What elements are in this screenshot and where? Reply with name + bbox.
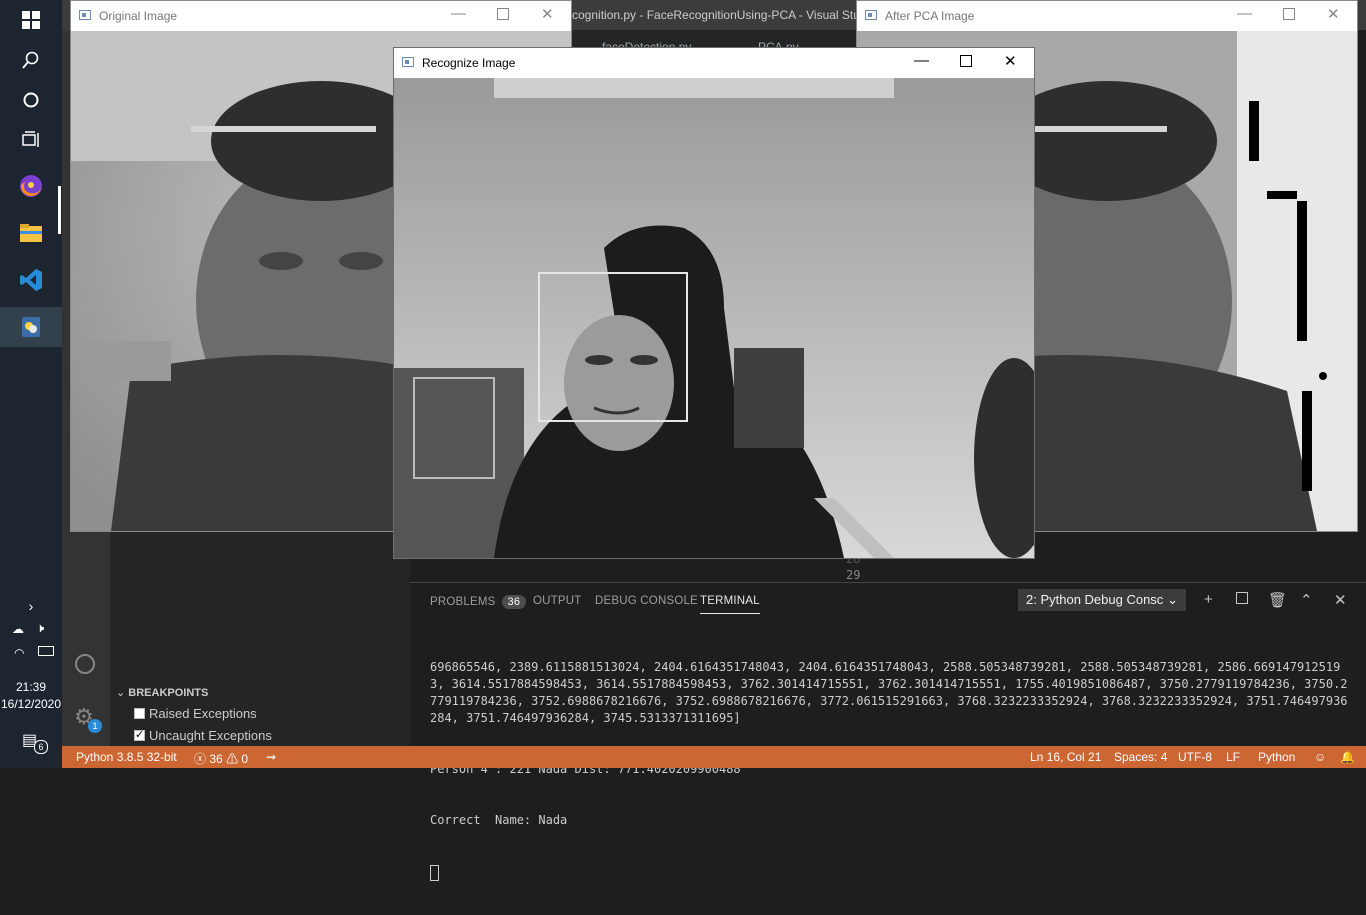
problems-badge: 36 xyxy=(501,595,527,609)
tab-debug-console[interactable]: DEBUG CONSOLE xyxy=(595,595,698,607)
recognize-image-titlebar[interactable]: Recognize Image — ✕ xyxy=(394,48,1034,78)
breakpoint-uncaught-exceptions[interactable]: Uncaught Exceptions xyxy=(134,728,272,743)
live-share-icon[interactable]: ⇝ xyxy=(266,750,276,764)
chevron-down-icon: ⌄ xyxy=(1167,592,1178,607)
original-image-titlebar[interactable]: Original Image — ✕ xyxy=(71,1,571,31)
recognize-image-window: Recognize Image — ✕ xyxy=(393,47,1035,559)
original-image-title: Original Image xyxy=(99,9,178,23)
maximize-icon[interactable] xyxy=(1283,8,1295,20)
bell-icon[interactable]: 🔔 xyxy=(1340,750,1355,764)
windows-taskbar: › ☁ 🕨 ◠ 21:39 16/12/2020 ▤ 6 xyxy=(0,0,62,768)
terminal-output[interactable]: 696865546, 2389.6115881513024, 2404.6164… xyxy=(430,625,1350,915)
minimize-icon[interactable]: — xyxy=(451,5,466,22)
indentation[interactable]: Spaces: 4 xyxy=(1114,750,1167,764)
minimize-icon[interactable]: — xyxy=(914,52,929,69)
clock-date[interactable]: 16/12/2020 xyxy=(0,697,62,711)
windows-start-icon[interactable] xyxy=(0,0,62,40)
uncaught-exceptions-label: Uncaught Exceptions xyxy=(149,728,272,743)
volume-icon[interactable]: 🕨 xyxy=(36,620,44,636)
minimize-icon[interactable]: — xyxy=(1237,5,1252,22)
terminal-select[interactable]: 2: Python Debug Consc ⌄ xyxy=(1018,589,1186,611)
close-icon[interactable]: ✕ xyxy=(1004,52,1017,70)
recognize-image xyxy=(394,78,1034,558)
line-ending[interactable]: LF xyxy=(1226,750,1240,764)
close-panel-icon[interactable]: ✕ xyxy=(1334,591,1347,609)
settings-badge: 1 xyxy=(88,719,102,733)
vscode-window-title: cognition.py - FaceRecognitionUsing-PCA … xyxy=(572,8,867,22)
accounts-icon[interactable] xyxy=(75,654,95,674)
close-icon[interactable]: ✕ xyxy=(541,5,554,23)
vscode-sidebar: ⌄ BREAKPOINTS Raised Exceptions Uncaught… xyxy=(110,530,410,746)
terminal-line: 696865546, 2389.6115881513024, 2404.6164… xyxy=(430,660,1348,725)
line-number: 29 xyxy=(846,568,861,582)
problems-status[interactable]: ⓧ 36 ⚠ 0 xyxy=(194,750,248,767)
feedback-icon[interactable]: ☺ xyxy=(1314,750,1326,764)
add-terminal-icon[interactable]: + xyxy=(1204,591,1213,608)
maximize-panel-icon[interactable]: ⌃ xyxy=(1300,591,1313,609)
vscode-statusbar: Python 3.8.5 32-bit ⓧ 36 ⚠ 0 ⇝ Ln 16, Co… xyxy=(62,746,1366,768)
firefox-icon[interactable] xyxy=(0,166,62,206)
maximize-icon[interactable] xyxy=(960,55,972,67)
wifi-icon[interactable]: ◠ xyxy=(14,646,24,660)
cursor-position[interactable]: Ln 16, Col 21 xyxy=(1030,750,1101,764)
close-icon[interactable]: ✕ xyxy=(1327,5,1340,23)
tab-problems[interactable]: PROBLEMS 36 xyxy=(430,595,527,609)
language-mode[interactable]: Python xyxy=(1258,750,1295,764)
tab-output[interactable]: OUTPUT xyxy=(533,595,581,607)
active-app-indicator xyxy=(58,186,61,234)
warning-icon: ⚠ xyxy=(226,752,239,766)
task-view-icon[interactable] xyxy=(0,120,62,160)
error-icon: ⓧ xyxy=(194,752,207,766)
battery-icon[interactable] xyxy=(38,646,54,656)
terminal-cursor xyxy=(430,865,439,881)
uncaught-exceptions-checkbox[interactable] xyxy=(134,728,145,741)
after-pca-title: After PCA Image xyxy=(885,9,975,23)
recognize-image-title: Recognize Image xyxy=(422,56,516,70)
window-icon xyxy=(79,10,91,20)
cloud-icon[interactable]: ☁ xyxy=(12,622,24,636)
trash-icon[interactable]: 🗑 xyxy=(1268,591,1287,609)
split-terminal-icon[interactable] xyxy=(1236,592,1248,604)
chevron-up-icon[interactable]: › xyxy=(0,586,62,626)
after-pca-titlebar[interactable]: After PCA Image — ✕ xyxy=(857,1,1357,31)
vscode-icon[interactable] xyxy=(0,260,62,300)
cortana-icon[interactable] xyxy=(0,80,62,120)
vscode-panel: PROBLEMS 36 OUTPUT DEBUG CONSOLE TERMINAL… xyxy=(410,582,1366,881)
python-interpreter[interactable]: Python 3.8.5 32-bit xyxy=(76,750,177,764)
notifications-count: 6 xyxy=(34,740,48,754)
breakpoints-header[interactable]: ⌄ BREAKPOINTS xyxy=(116,686,208,699)
search-icon[interactable] xyxy=(0,40,62,80)
terminal-line: Correct Name: Nada xyxy=(430,813,568,827)
tab-terminal[interactable]: TERMINAL xyxy=(700,595,760,614)
encoding[interactable]: UTF-8 xyxy=(1178,750,1212,764)
clock-time[interactable]: 21:39 xyxy=(0,680,62,694)
file-explorer-icon[interactable] xyxy=(0,213,62,253)
raised-exceptions-checkbox[interactable] xyxy=(134,708,145,719)
python-icon[interactable] xyxy=(0,307,62,347)
window-icon xyxy=(865,10,877,20)
raised-exceptions-label: Raised Exceptions xyxy=(149,706,257,721)
maximize-icon[interactable] xyxy=(497,8,509,20)
window-icon xyxy=(402,57,414,67)
breakpoint-raised-exceptions[interactable]: Raised Exceptions xyxy=(134,706,257,721)
